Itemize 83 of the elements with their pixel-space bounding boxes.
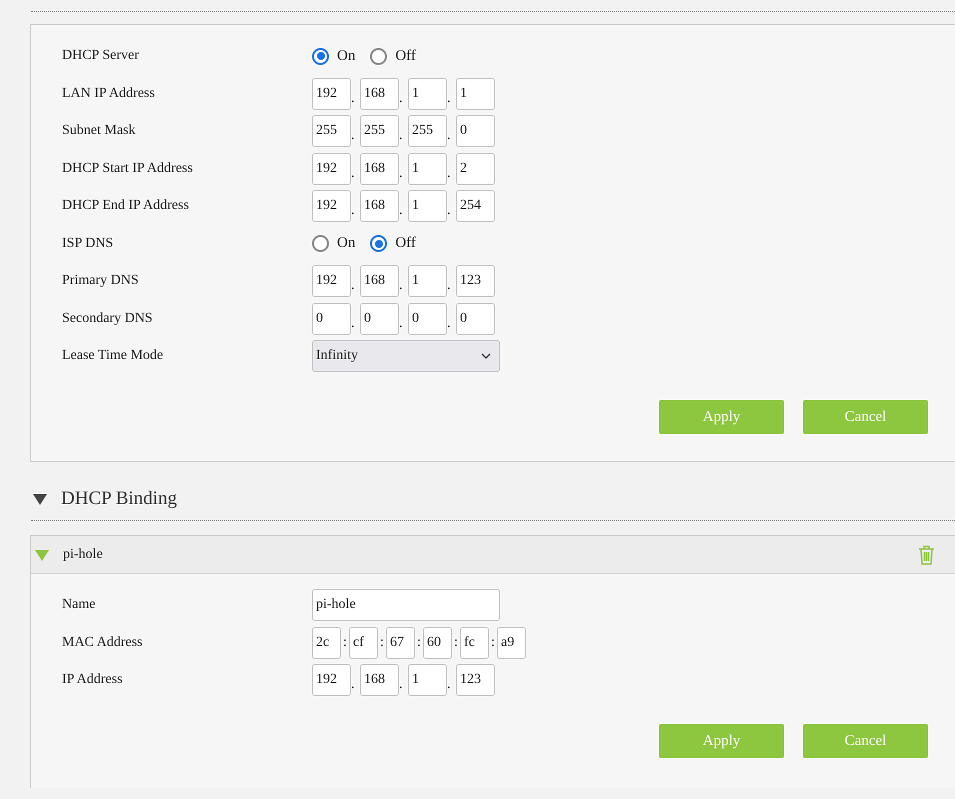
separator: .: [399, 127, 404, 145]
ip-octet-field[interactable]: 123: [456, 265, 495, 297]
name-field[interactable]: pi-hole: [312, 589, 500, 621]
field-label: LAN IP Address: [62, 86, 156, 102]
separator: .: [447, 676, 452, 694]
ip-octet-field[interactable]: 255: [360, 115, 399, 147]
ip-octet-field[interactable]: 192: [312, 190, 351, 222]
field-label: Lease Time Mode: [62, 348, 164, 364]
field-label: MAC Address: [62, 634, 144, 650]
mac-byte-field[interactable]: 2c: [312, 626, 341, 658]
field-label: Primary DNS: [62, 273, 140, 289]
separator: :: [490, 634, 496, 650]
ip-octet-field[interactable]: 1: [408, 664, 447, 696]
separator: .: [399, 314, 404, 332]
separator: .: [351, 277, 356, 295]
ip-octet-field[interactable]: 1: [408, 190, 447, 222]
field-label: ISP DNS: [62, 236, 114, 252]
ip-octet-field[interactable]: 1: [408, 265, 447, 297]
separator: .: [351, 164, 356, 182]
separator: .: [399, 90, 404, 108]
ip-octet-field[interactable]: 168: [360, 152, 399, 184]
ip-octet-field[interactable]: 1: [408, 152, 447, 184]
ip-octet-field[interactable]: 168: [360, 664, 399, 696]
ip-octet-field[interactable]: 1: [456, 78, 495, 110]
field-label: Name: [62, 597, 96, 613]
dropdown[interactable]: Infinity: [312, 340, 500, 372]
separator: .: [399, 676, 404, 694]
mac-byte-field[interactable]: 67: [386, 626, 415, 658]
ip-octet-field[interactable]: 192: [312, 265, 351, 297]
field-label: IP Address: [62, 672, 124, 688]
radio-option[interactable]: Off: [370, 48, 416, 64]
separator: .: [351, 127, 356, 145]
field-label: DHCP End IP Address: [62, 198, 190, 214]
section-title: DHCP Binding: [61, 488, 177, 510]
ip-octet-field[interactable]: 255: [408, 115, 447, 147]
ip-octet-field[interactable]: 168: [360, 78, 399, 110]
ip-octet-field[interactable]: 0: [456, 302, 495, 334]
separator: .: [399, 277, 404, 295]
ip-octet-field[interactable]: 255: [312, 115, 351, 147]
ip-octet-field[interactable]: 2: [456, 152, 495, 184]
ip-octet-field[interactable]: 192: [312, 78, 351, 110]
separator: :: [379, 634, 385, 650]
separator: .: [447, 164, 452, 182]
separator: .: [351, 90, 356, 108]
radio-option[interactable]: On: [312, 48, 356, 64]
mac-byte-field[interactable]: 60: [423, 626, 452, 658]
field-label: Subnet Mask: [62, 123, 136, 139]
ip-octet-field[interactable]: 168: [360, 190, 399, 222]
ip-octet-field[interactable]: 0: [312, 302, 351, 334]
separator: .: [447, 277, 452, 295]
separator: .: [447, 127, 452, 145]
mac-byte-field[interactable]: fc: [460, 626, 489, 658]
trash-icon[interactable]: [918, 544, 935, 564]
ip-octet-field[interactable]: 1: [408, 78, 447, 110]
entry-header[interactable]: pi-hole: [31, 536, 955, 574]
separator: .: [399, 164, 404, 182]
field-label: DHCP Start IP Address: [62, 160, 194, 176]
separator: .: [351, 676, 356, 694]
ip-octet-field[interactable]: 0: [408, 302, 447, 334]
radio-option[interactable]: Off: [370, 235, 416, 252]
mac-byte-field[interactable]: a9: [497, 626, 526, 658]
triangle-down-icon[interactable]: [33, 493, 47, 505]
separator: .: [351, 314, 356, 332]
ip-octet-field[interactable]: 0: [360, 302, 399, 334]
radio-option[interactable]: On: [312, 235, 356, 252]
ip-octet-field[interactable]: 192: [312, 664, 351, 696]
ip-octet-field[interactable]: 254: [456, 190, 495, 222]
ip-octet-field[interactable]: 192: [312, 152, 351, 184]
ip-octet-field[interactable]: 123: [456, 664, 495, 696]
separator: .: [447, 202, 452, 220]
separator: .: [399, 202, 404, 220]
ip-octet-field[interactable]: 168: [360, 265, 399, 297]
separator: :: [453, 634, 459, 650]
separator: .: [447, 314, 452, 332]
mac-byte-field[interactable]: cf: [349, 626, 378, 658]
separator: :: [416, 634, 422, 650]
field-label: Secondary DNS: [62, 310, 154, 326]
ip-octet-field[interactable]: 0: [456, 115, 495, 147]
separator: :: [342, 634, 348, 650]
chevron-down-icon: [481, 353, 491, 359]
field-label: DHCP Server: [62, 48, 140, 64]
separator: .: [351, 202, 356, 220]
separator: .: [447, 90, 452, 108]
